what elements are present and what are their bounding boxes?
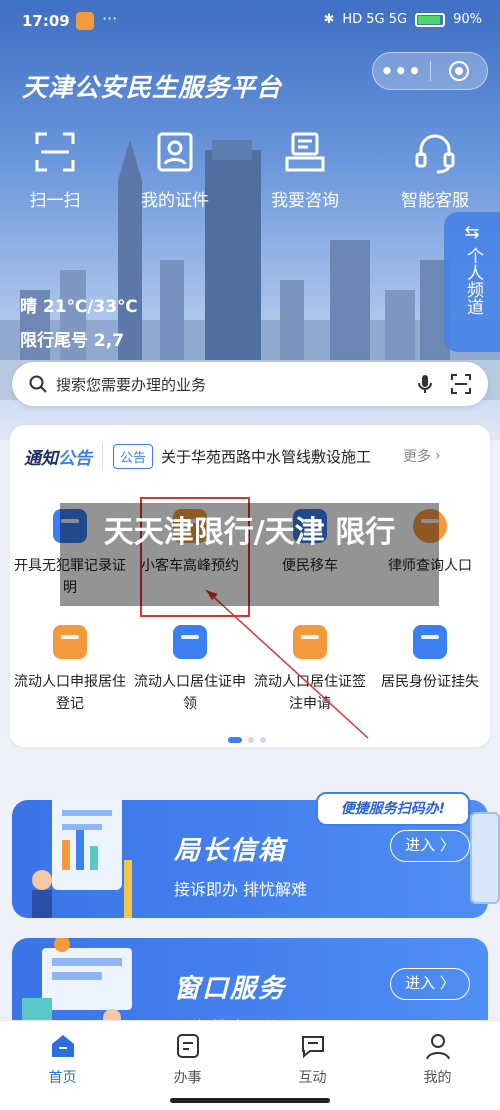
weather-info: 晴 21℃/33℃ 限行尾号 2,7 xyxy=(20,290,138,358)
office-illustration xyxy=(32,800,132,918)
qr-code-icon xyxy=(470,812,500,904)
target-icon xyxy=(448,61,469,81)
nav-label: 首页 xyxy=(48,1070,77,1086)
close-mini-program-button[interactable] xyxy=(431,61,488,81)
notice-text[interactable]: 关于华苑西路中水管线敷设施工 xyxy=(161,446,401,467)
service-label: 流动人口居住证申领 xyxy=(134,674,246,712)
status-right: ✱ HD 5G 5G 90% xyxy=(323,12,482,27)
nav-home[interactable]: 首页 xyxy=(0,1021,125,1110)
service-label: 流动人口申报居住登记 xyxy=(14,674,126,712)
headset-icon xyxy=(415,134,455,174)
watermark-overlay: 天天津限行/天津 限行 xyxy=(60,503,439,606)
banner-title: 窗口服务 xyxy=(174,974,287,1004)
chat-icon xyxy=(301,1036,324,1059)
user-icon xyxy=(425,1034,450,1060)
network-label: HD 5G 5G xyxy=(342,12,408,27)
app-notification-icon xyxy=(76,12,94,30)
quick-action-my-documents[interactable]: 我的证件 xyxy=(120,128,230,211)
quick-action-scan[interactable]: 扫一扫 xyxy=(0,128,110,211)
swap-arrows-icon: ⇆ xyxy=(464,222,480,243)
quick-action-label: 智能客服 xyxy=(401,191,469,211)
battery-level: 90% xyxy=(453,12,482,27)
id-card-icon xyxy=(157,132,193,172)
enter-button[interactable]: 进入 〉 xyxy=(390,830,470,862)
quick-action-label: 扫一扫 xyxy=(29,191,81,211)
nav-affairs[interactable]: 办事 xyxy=(125,1021,250,1110)
scan-code-icon[interactable] xyxy=(450,373,472,395)
notice-brand: 通知公告 xyxy=(24,444,92,469)
quick-action-consult[interactable]: 我要咨询 xyxy=(250,128,360,211)
page-dot xyxy=(248,737,254,743)
microphone-icon[interactable] xyxy=(414,373,436,395)
quick-action-label: 我的证件 xyxy=(141,191,209,211)
notice-divider xyxy=(102,443,103,469)
id-loss-icon xyxy=(413,625,447,659)
consult-icon xyxy=(285,132,325,172)
nav-label: 我的 xyxy=(423,1070,452,1086)
permit-icon xyxy=(173,625,207,659)
affairs-icon xyxy=(176,1034,199,1058)
notice-brand-b: 公告 xyxy=(58,448,92,469)
page-dot xyxy=(260,737,266,743)
service-id-card-loss[interactable]: 居民身份证挂失 xyxy=(370,625,490,693)
traffic-restriction: 限行尾号 2,7 xyxy=(20,331,125,351)
service-residence-permit-endorse[interactable]: 流动人口居住证签注申请 xyxy=(250,625,370,715)
service-floating-residence-registration[interactable]: 流动人口申报居住登记 xyxy=(10,625,130,715)
nav-label: 互动 xyxy=(298,1070,327,1086)
bluetooth-icon: ✱ xyxy=(323,12,335,27)
nav-mine[interactable]: 我的 xyxy=(375,1021,500,1110)
service-label: 流动人口居住证签注申请 xyxy=(254,674,366,712)
home-icon xyxy=(51,1035,74,1057)
search-input[interactable]: 搜索您需要办理的业务 xyxy=(56,374,400,395)
battery-icon xyxy=(415,12,446,27)
banner-title: 局长信箱 xyxy=(174,836,287,866)
nav-label: 办事 xyxy=(173,1070,202,1086)
nav-interact[interactable]: 互动 xyxy=(250,1021,375,1110)
notice-more-link[interactable]: 更多 xyxy=(403,446,431,466)
quick-action-smart-service[interactable]: 智能客服 xyxy=(380,128,490,211)
weather-temperature: 晴 21℃/33℃ xyxy=(20,297,138,317)
quick-service-badge: 便捷服务扫码办! xyxy=(316,792,470,826)
banner-subtitle: 接诉即办 排忧解难 xyxy=(174,880,308,899)
mini-program-capsule: ••• xyxy=(372,52,488,90)
page-dot-active xyxy=(228,737,242,743)
notice-tag: 公告 xyxy=(113,443,154,469)
service-label: 居民身份证挂失 xyxy=(381,674,479,690)
registration-icon xyxy=(53,625,87,659)
page-indicator xyxy=(228,737,266,743)
status-more-icon: ··· xyxy=(102,9,118,28)
quick-action-label: 我要咨询 xyxy=(271,191,339,211)
search-icon xyxy=(29,375,47,393)
service-residence-permit-apply[interactable]: 流动人口居住证申领 xyxy=(130,625,250,715)
more-menu-icon[interactable]: ••• xyxy=(373,59,430,83)
notice-bar[interactable]: 通知公告 公告 关于华苑西路中水管线敷设施工 更多 › xyxy=(10,425,490,487)
search-bar[interactable]: 搜索您需要办理的业务 xyxy=(12,362,488,406)
scan-icon xyxy=(35,132,75,172)
bottom-navigation: 首页 办事 互动 我的 xyxy=(0,1020,500,1110)
status-time: 17:09 xyxy=(22,12,70,30)
personal-channel-tab[interactable]: ⇆ 个人频道 xyxy=(444,212,500,352)
home-indicator xyxy=(170,1098,330,1103)
chevron-right-icon: › xyxy=(435,448,441,464)
enter-button[interactable]: 进入 〉 xyxy=(390,968,470,1000)
status-bar: 17:09 ··· ✱ HD 5G 5G 90% xyxy=(0,0,500,44)
notice-brand-a: 通知 xyxy=(24,448,58,469)
platform-title: 天津公安民生服务平台 xyxy=(22,73,283,102)
personal-channel-label: 个人频道 xyxy=(463,247,483,315)
endorse-icon xyxy=(293,625,327,659)
